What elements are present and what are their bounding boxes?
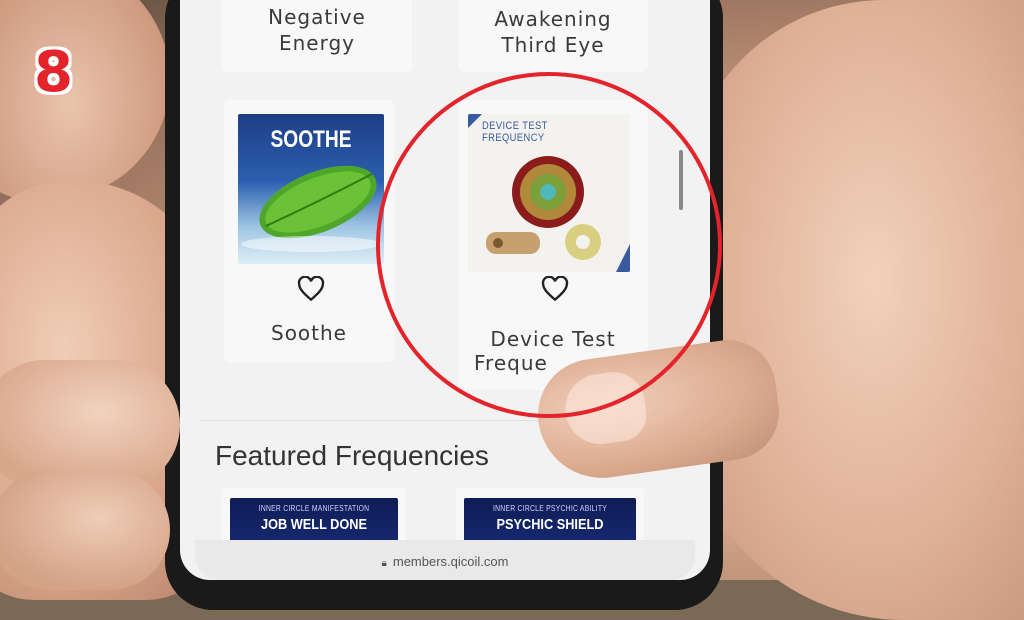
card-negative-energy[interactable]: Negative Energy [222,0,412,72]
card-soothe[interactable]: SOOTHE Soothe [224,100,394,362]
card-title-line1: Negative [268,5,366,29]
featured-frequencies-heading: Featured Frequencies [215,440,489,471]
featured-subtitle: INNER CIRCLE MANIFESTATION [258,504,370,513]
card-title-line2: Energy [278,31,356,55]
card-title-line1: Awakening [494,7,612,31]
featured-title: PSYCHIC SHIELD [496,516,604,533]
favorite-heart-icon[interactable] [296,276,326,302]
card-title: Soothe [271,321,347,345]
url-text: members.qicoil.com [392,554,509,569]
step-number-badge: 8 [34,40,73,105]
url-container: 🔒︎ members.qicoil.com [195,554,695,569]
featured-subtitle: INNER CIRCLE PSYCHIC ABILITY [492,504,608,513]
featured-title: JOB WELL DONE [260,516,368,533]
card-title-line2: Third Eye [501,33,605,57]
right-hand [684,0,1024,620]
lock-icon: 🔒︎ [381,558,387,569]
card-awakening-third-eye[interactable]: Awakening Third Eye [458,0,648,72]
browser-url-bar[interactable]: 🔒︎ members.qicoil.com [195,540,695,580]
soothe-thumbnail[interactable]: SOOTHE [238,114,384,264]
left-finger-lower [0,470,170,590]
highlight-circle [376,72,722,418]
leaf-illustration [241,165,381,252]
